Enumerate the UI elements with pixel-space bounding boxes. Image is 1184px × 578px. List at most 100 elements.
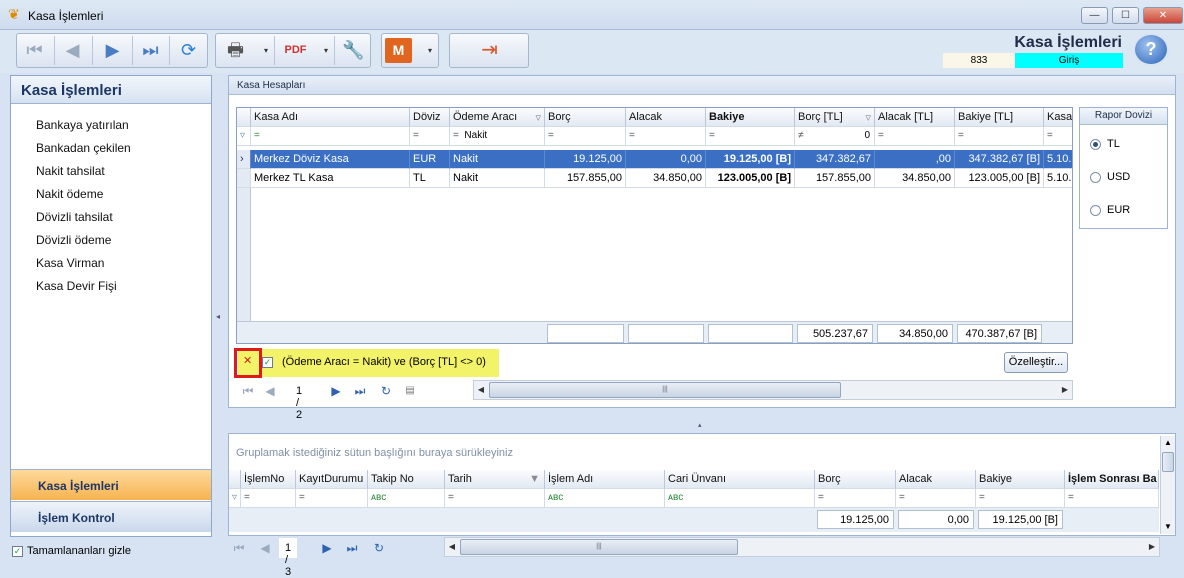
filter-expression[interactable]: (Ödeme Aracı = Nakit) ve (Borç [TL] <> 0…	[282, 356, 486, 368]
next-page-icon[interactable]: ▶	[317, 537, 337, 559]
last-page-icon[interactable]: ⏭	[350, 380, 370, 402]
col-tarih[interactable]: Tarih ▼	[445, 470, 545, 489]
col-takip-no[interactable]: Takip No	[368, 470, 445, 489]
previous-page-icon[interactable]: ◀	[255, 537, 275, 559]
previous-page-icon[interactable]: ◀	[260, 380, 280, 402]
scroll-thumb[interactable]: |||	[489, 382, 841, 398]
nav-kasa-islemleri[interactable]: Kasa İşlemleri	[11, 469, 211, 500]
scroll-thumb[interactable]: |||	[460, 539, 738, 555]
col-alacak[interactable]: Alacak	[896, 470, 976, 489]
col-alacak-tl[interactable]: Alacak [TL]	[875, 108, 955, 127]
filter-alacak[interactable]: =	[626, 127, 706, 146]
filter-bakiye[interactable]: =	[976, 489, 1065, 508]
filter-alacak-tl[interactable]: =	[875, 127, 955, 146]
filter-islemno[interactable]: =	[241, 489, 296, 508]
col-alacak[interactable]: Alacak	[626, 108, 706, 127]
last-record-icon[interactable]: ⏭	[133, 34, 168, 67]
refresh-page-icon[interactable]: ↻	[376, 380, 396, 402]
bottom-vertical-scrollbar[interactable]: ▲ ▼	[1160, 436, 1175, 534]
col-borc[interactable]: Borç	[545, 108, 626, 127]
last-page-icon[interactable]: ⏭	[342, 537, 362, 559]
sidebar-item-nakit-odeme[interactable]: Nakit ödeme	[36, 187, 103, 201]
col-doviz[interactable]: Döviz	[410, 108, 450, 127]
filter-borc[interactable]: =	[545, 127, 626, 146]
filter-funnel-icon[interactable]: ▿	[229, 489, 241, 508]
col-cari-unvani[interactable]: Cari Ünvanı	[665, 470, 815, 489]
pdf-dropdown-icon[interactable]: ▾	[320, 34, 332, 67]
scroll-down-icon[interactable]: ▼	[1161, 520, 1175, 534]
table-row[interactable]: Merkez TL Kasa TL Nakit 157.855,00 34.85…	[237, 169, 1072, 188]
filter-kasa[interactable]: =	[1044, 127, 1072, 146]
scroll-right-icon[interactable]: ▶	[1058, 381, 1072, 399]
filter-kayitdurumu[interactable]: =	[296, 489, 368, 508]
radio-eur[interactable]: EUR	[1090, 204, 1130, 216]
col-bakiye[interactable]: Bakiye	[706, 108, 795, 127]
col-islem-adi[interactable]: İşlem Adı	[545, 470, 665, 489]
top-horizontal-scrollbar[interactable]: ◀ ||| ▶	[473, 380, 1073, 400]
refresh-page-icon[interactable]: ↻	[369, 537, 389, 559]
filter-enable-checkbox[interactable]: ✓	[262, 356, 277, 368]
splitter-arrow-icon[interactable]: ◂	[216, 312, 220, 321]
filter-borc-tl[interactable]: ≠ 0	[795, 127, 875, 146]
filter-funnel-icon[interactable]: ▿	[865, 111, 871, 124]
filter-bakiye[interactable]: =	[706, 127, 795, 146]
pdf-save-icon[interactable]: PDF	[278, 34, 313, 67]
maximize-button[interactable]: ☐	[1112, 7, 1139, 24]
sidebar-item-dovizli-odeme[interactable]: Dövizli ödeme	[36, 233, 111, 247]
settings-tool-icon[interactable]: 🔧	[336, 34, 371, 67]
filter-funnel-icon[interactable]: ▿	[535, 111, 541, 124]
radio-usd[interactable]: USD	[1090, 171, 1130, 183]
customize-button[interactable]: Özelleştir...	[1004, 352, 1068, 373]
col-bakiye[interactable]: Bakiye	[976, 470, 1065, 489]
refresh-icon[interactable]: ⟳	[171, 34, 206, 67]
m-dropdown-icon[interactable]: ▾	[424, 34, 436, 67]
filter-islem-adi[interactable]: ᴀʙc	[545, 489, 665, 508]
col-bakiye-tl[interactable]: Bakiye [TL]	[955, 108, 1044, 127]
radio-tl[interactable]: TL	[1090, 138, 1120, 150]
hide-completed-checkbox[interactable]: ✓ Tamamlananları gizle	[12, 545, 131, 557]
filter-cari-unvani[interactable]: ᴀʙc	[665, 489, 815, 508]
close-button[interactable]: ✕	[1143, 7, 1183, 24]
col-borc-tl[interactable]: Borç [TL] ▿	[795, 108, 875, 127]
table-row[interactable]: › Merkez Döviz Kasa EUR Nakit 19.125,00 …	[237, 150, 1072, 169]
export-icon[interactable]: ▤	[400, 380, 420, 402]
sidebar-item-nakit-tahsilat[interactable]: Nakit tahsilat	[36, 164, 105, 178]
next-page-icon[interactable]: ▶	[326, 380, 346, 402]
col-kasa[interactable]: Kasa	[1044, 108, 1072, 127]
sidebar-item-kasa-devir-fisi[interactable]: Kasa Devir Fişi	[36, 279, 117, 293]
col-odeme-araci[interactable]: Ödeme Aracı ▿	[450, 108, 545, 127]
bottom-horizontal-scrollbar[interactable]: ◀ ||| ▶	[444, 537, 1160, 557]
filter-odeme-araci[interactable]: = Nakit	[450, 127, 545, 146]
scroll-right-icon[interactable]: ▶	[1145, 538, 1159, 556]
previous-record-icon[interactable]: ◀	[55, 34, 90, 67]
panel-splitter-icon[interactable]: ▴	[698, 421, 702, 429]
m-module-icon[interactable]: M	[385, 38, 412, 63]
filter-kasa-adi[interactable]: =	[251, 127, 410, 146]
col-kasa-adi[interactable]: Kasa Adı	[251, 108, 410, 127]
col-borc[interactable]: Borç	[815, 470, 896, 489]
filter-tarih[interactable]: =	[445, 489, 545, 508]
col-kayitdurumu[interactable]: KayıtDurumu	[296, 470, 368, 489]
first-record-icon[interactable]: ⏮	[17, 34, 52, 67]
scroll-left-icon[interactable]: ◀	[474, 381, 488, 399]
sidebar-item-bankadan-cekilen[interactable]: Bankadan çekilen	[36, 141, 131, 155]
sidebar-item-kasa-virman[interactable]: Kasa Virman	[36, 256, 104, 270]
filter-borc[interactable]: =	[815, 489, 896, 508]
filter-alacak[interactable]: =	[896, 489, 976, 508]
filter-doviz[interactable]: =	[410, 127, 450, 146]
printer-icon[interactable]: 🖶	[218, 34, 253, 67]
filter-takip-no[interactable]: ᴀʙc	[368, 489, 445, 508]
group-by-hint[interactable]: Gruplamak istediğiniz sütun başlığını bu…	[236, 447, 513, 459]
next-record-icon[interactable]: ▶	[95, 34, 130, 67]
filter-islem-sonrasi[interactable]: =	[1065, 489, 1159, 508]
scroll-left-icon[interactable]: ◀	[445, 538, 459, 556]
scroll-thumb[interactable]	[1162, 452, 1174, 472]
col-islemno[interactable]: İşlemNo	[241, 470, 296, 489]
minimize-button[interactable]: —	[1081, 7, 1108, 24]
first-page-icon[interactable]: ⏮	[238, 380, 258, 402]
sidebar-item-bankaya-yatirilan[interactable]: Bankaya yatırılan	[36, 118, 129, 132]
exit-door-icon[interactable]: ⇥	[472, 34, 507, 67]
clear-filter-button[interactable]: ✕	[234, 348, 262, 378]
filter-funnel-icon[interactable]: ▿	[237, 127, 251, 146]
sidebar-item-dovizli-tahsilat[interactable]: Dövizli tahsilat	[36, 210, 113, 224]
